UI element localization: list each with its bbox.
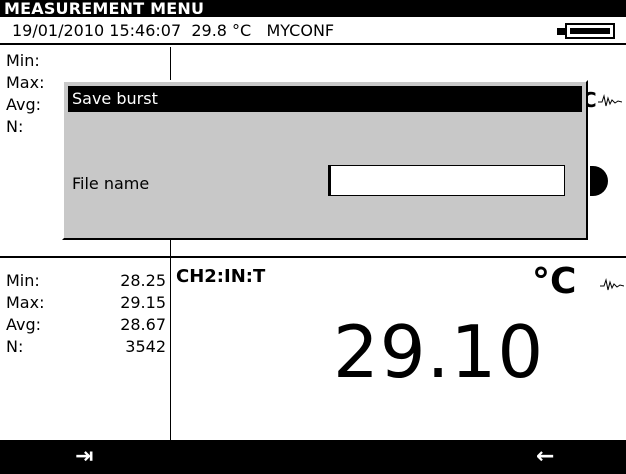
stat-value: 28.67: [120, 315, 166, 334]
bottom-stats: Min: 28.25 Max: 29.15 Avg: 28.67 N: 3542: [6, 270, 166, 358]
battery-terminal: [557, 28, 565, 35]
stat-label: Max:: [6, 73, 45, 92]
stat-value: 29.15: [120, 293, 166, 312]
tab-key-icon[interactable]: ⇥: [75, 440, 93, 474]
stat-row: Min:: [6, 50, 166, 72]
back-arrow-icon[interactable]: ←: [536, 440, 554, 474]
stat-label: Min:: [6, 51, 40, 70]
signal-wave-icon: [600, 278, 624, 291]
unit-label: °C: [532, 261, 577, 302]
file-name-input[interactable]: [328, 165, 565, 196]
stat-row: Min: 28.25: [6, 270, 166, 292]
panel-divider: [0, 256, 626, 258]
stat-value: 3542: [125, 337, 166, 356]
battery-icon: [565, 23, 615, 39]
file-name-label: File name: [72, 174, 150, 193]
channel-label: CH2:IN:T: [176, 266, 266, 287]
stat-value: 28.25: [120, 271, 166, 290]
battery-level: [570, 28, 610, 34]
status-bar: 19/01/2010 15:46:07 29.8 °C MYCONF: [0, 17, 626, 45]
status-text: 19/01/2010 15:46:07 29.8 °C MYCONF: [12, 21, 335, 40]
stat-label: Avg:: [6, 95, 42, 114]
stat-label: Avg:: [6, 315, 42, 334]
measurement-value: 29.10: [333, 310, 545, 394]
signal-wave-icon: [598, 94, 622, 107]
stat-label: Min:: [6, 271, 40, 290]
top-value-peek: [590, 166, 608, 196]
stat-row: Avg: 28.67: [6, 314, 166, 336]
stat-row: Max: 29.15: [6, 292, 166, 314]
function-key-bar: ⇥ ←: [0, 440, 626, 474]
stat-label: N:: [6, 337, 24, 356]
stat-label: N:: [6, 117, 24, 136]
dialog-title: Save burst: [68, 86, 582, 112]
window-title: MEASUREMENT MENU: [0, 0, 626, 17]
stat-label: Max:: [6, 293, 45, 312]
stat-row: N: 3542: [6, 336, 166, 358]
save-burst-dialog: Save burst File name: [62, 80, 588, 240]
